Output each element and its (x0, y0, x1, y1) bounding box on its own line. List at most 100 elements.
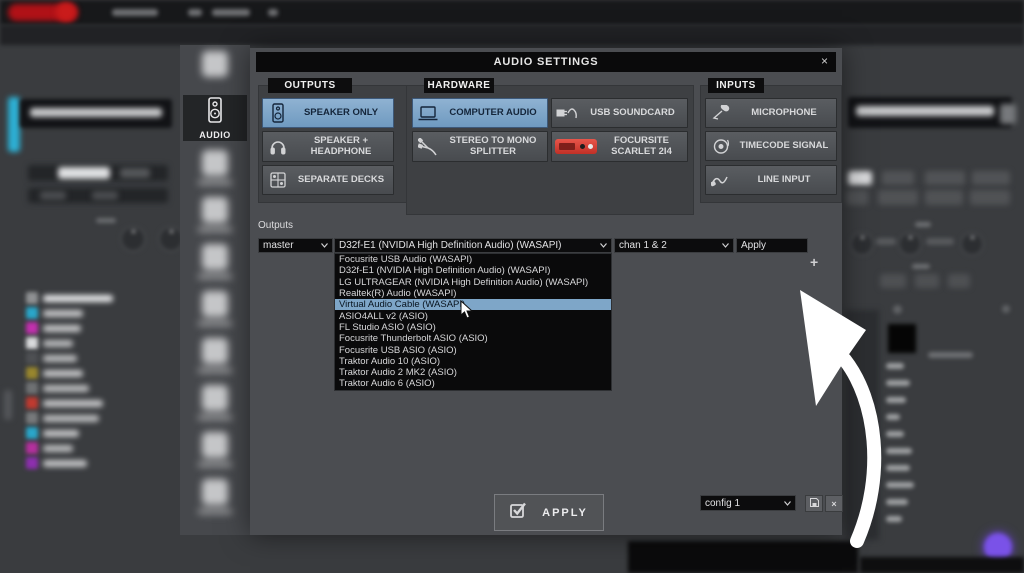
deck-right-knob (960, 232, 984, 256)
tab-outputs: OUTPUTS (268, 78, 352, 93)
sidebar-item-blurred[interactable] (198, 291, 232, 326)
button-label: SEPARATE DECKS (293, 175, 393, 186)
deck-right-pill (882, 171, 914, 185)
browser-item-icon (26, 337, 38, 349)
tab-inputs: INPUTS (708, 78, 764, 93)
stereo-mono-splitter-button[interactable]: STEREO TO MONO SPLITTER (412, 131, 548, 162)
output-channel-select[interactable]: master (258, 238, 333, 253)
button-label: STEREO TO MONO SPLITTER (443, 136, 547, 158)
select-value: D32f-E1 (NVIDIA High Definition Audio) (… (339, 240, 562, 251)
chevron-down-icon (780, 498, 791, 509)
deck-right-pill (915, 274, 939, 288)
computer-audio-button[interactable]: COMPUTER AUDIO (412, 98, 548, 128)
apply-row-label: Apply (741, 240, 766, 251)
deck-right-pill (848, 171, 872, 185)
app-logo-dot (56, 2, 76, 22)
device-option[interactable]: Traktor Audio 6 (ASIO) (335, 378, 611, 389)
menu-item-blur (112, 9, 158, 16)
delete-config-button[interactable]: × (825, 495, 843, 512)
device-option[interactable]: Focusrite Thunderbolt ASIO (ASIO) (335, 333, 611, 344)
separate-decks-button[interactable]: SEPARATE DECKS (262, 165, 394, 195)
focusrite-scarlett-button[interactable]: FOCURSITE SCARLET 2I4 (551, 131, 688, 162)
browser-item-text (43, 340, 73, 347)
select-value: config 1 (705, 498, 740, 509)
outputs-section-label: Outputs (258, 220, 293, 231)
device-option[interactable]: LG ULTRAGEAR (NVIDIA High Definition Aud… (335, 277, 611, 288)
add-output-button[interactable]: + (810, 254, 818, 270)
cable-icon (706, 173, 736, 187)
timecode-signal-button[interactable]: TIMECODE SIGNAL (705, 131, 837, 161)
browser-item-icon (26, 457, 38, 469)
browser-item-icon (26, 442, 38, 454)
device-option[interactable]: ASIO4ALL v2 (ASIO) (335, 310, 611, 321)
deck-right-text (876, 238, 896, 245)
sidebar-item-blurred[interactable] (202, 51, 228, 77)
right-panel-text (886, 465, 910, 471)
usb-soundcard-button[interactable]: USB SOUNDCARD (551, 98, 688, 128)
microphone-button[interactable]: MICROPHONE (705, 98, 837, 128)
config-select[interactable]: config 1 (700, 495, 796, 511)
save-config-button[interactable] (805, 495, 823, 512)
deck-right-pill (878, 190, 918, 205)
device-option[interactable]: Focusrite USB Audio (WASAPI) (335, 254, 611, 265)
close-icon[interactable]: × (821, 54, 828, 68)
select-value: master (263, 240, 294, 251)
device-option[interactable]: FL Studio ASIO (ASIO) (335, 322, 611, 333)
right-panel-swatch (888, 324, 916, 353)
tab-hardware: HARDWARE (424, 78, 494, 93)
button-label: SPEAKER ONLY (293, 108, 393, 119)
sidebar-item-blurred[interactable] (198, 338, 232, 373)
laptop-icon (413, 106, 443, 121)
button-label: FOCURSITE SCARLET 2I4 (600, 136, 687, 158)
device-option[interactable]: D32f-E1 (NVIDIA High Definition Audio) (… (335, 265, 611, 276)
audio-settings-dialog: AUDIO SETTINGS × OUTPUTS HARDWARE INPUTS… (250, 48, 842, 535)
settings-sidebar: AUDIO (180, 45, 250, 535)
line-input-button[interactable]: LINE INPUT (705, 165, 837, 195)
speaker-icon (205, 97, 225, 128)
device-option[interactable]: Realtek(R) Audio (WASAPI) (335, 288, 611, 299)
usb-plug-icon (552, 106, 582, 120)
output-chan-select[interactable]: chan 1 & 2 (614, 238, 734, 253)
sidebar-item-blurred[interactable] (198, 432, 232, 467)
browser-item-icon (26, 412, 38, 424)
button-label: LINE INPUT (736, 175, 836, 186)
device-option[interactable]: Focusrite USB ASIO (ASIO) (335, 344, 611, 355)
bottom-dark-band-2 (860, 557, 1024, 573)
row-apply-button[interactable]: Apply (736, 238, 808, 253)
apply-button[interactable]: APPLY (494, 494, 604, 531)
sidebar-item-blurred[interactable] (198, 479, 232, 514)
browser-item-text (43, 370, 83, 377)
sidebar-item-blurred[interactable] (198, 150, 232, 185)
deck-right-pill (925, 190, 963, 205)
browser-item-text (43, 295, 113, 302)
device-option[interactable]: Traktor Audio 10 (ASIO) (335, 356, 611, 367)
browser-item-icon (26, 397, 38, 409)
browser-item-text (43, 460, 87, 467)
device-option[interactable]: Traktor Audio 2 MK2 (ASIO) (335, 367, 611, 378)
browser-item-icon (26, 382, 38, 394)
dialog-title: AUDIO SETTINGS (494, 56, 599, 68)
sidebar-item-audio[interactable]: AUDIO (183, 95, 247, 141)
bottom-dark-band (628, 541, 858, 573)
device-option[interactable]: Virtual Audio Cable (WASAPI) (335, 299, 611, 310)
sidebar-item-blurred[interactable] (198, 197, 232, 232)
right-panel-text (886, 499, 908, 505)
browser-item-text (43, 385, 89, 392)
sidebar-item-blurred[interactable] (198, 385, 232, 420)
browser-item-text (43, 415, 99, 422)
output-device-select[interactable]: D32f-E1 (NVIDIA High Definition Audio) (… (334, 238, 612, 253)
browser-item-text (43, 310, 83, 317)
mixer-grid-icon (263, 172, 293, 188)
chevron-down-icon (596, 240, 607, 251)
speaker-headphone-button[interactable]: SPEAKER + HEADPHONE (262, 131, 394, 162)
right-panel-text (886, 448, 912, 454)
right-panel-text (886, 363, 904, 369)
sidebar-item-blurred[interactable] (198, 244, 232, 279)
speaker-only-button[interactable]: SPEAKER ONLY (262, 98, 394, 128)
browser-item-icon (26, 322, 38, 334)
focusrite-device-image (552, 139, 600, 154)
chevron-down-icon (317, 240, 328, 251)
button-label: SPEAKER + HEADPHONE (293, 136, 393, 158)
deck-left-pill (40, 191, 66, 200)
right-panel-column (845, 310, 879, 540)
